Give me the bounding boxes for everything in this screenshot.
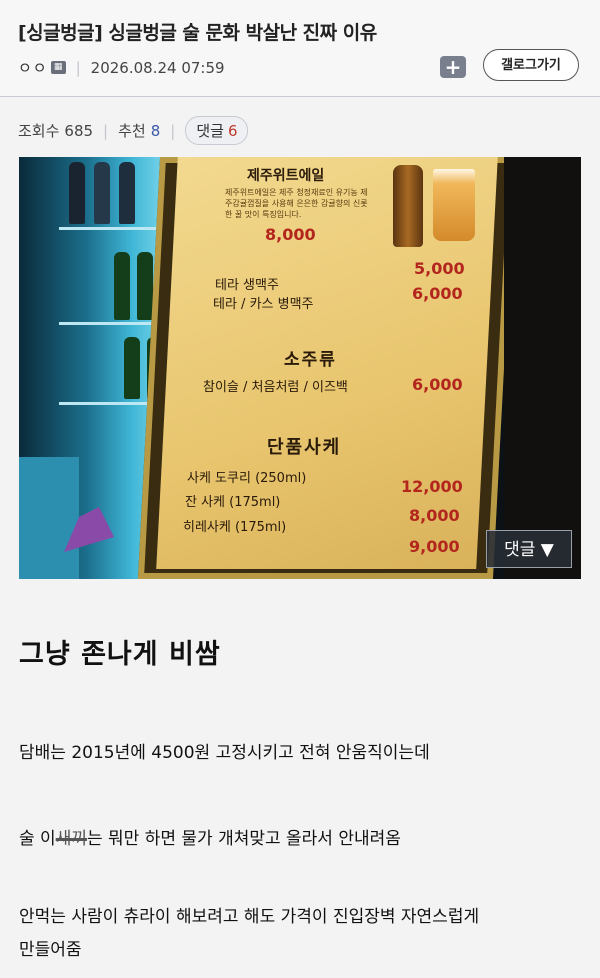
beer-glass xyxy=(433,169,475,241)
menu-item: 잔 사케 (175ml) xyxy=(185,495,281,510)
stats-divider: | xyxy=(170,121,176,140)
menu-price: 6,000 xyxy=(412,284,463,303)
bottle xyxy=(114,252,130,320)
bottle xyxy=(69,162,85,224)
post-header: [싱글벙글] 싱글벙글 술 문화 박살난 진짜 이유 ㅇㅇ ▦ | 2026.0… xyxy=(0,0,600,97)
menu-section-title: 단품사케 xyxy=(267,437,342,458)
bottle xyxy=(94,162,110,224)
member-badge-icon: ▦ xyxy=(50,61,66,74)
content-line-3-suffix: 는 뭐만 하면 물가 개쳐맞고 올라서 안내려옴 xyxy=(86,829,401,849)
comment-count-button[interactable]: 댓글 6 xyxy=(185,116,249,145)
menu-item: 제주위트에일 xyxy=(247,168,325,184)
post-title: [싱글벙글] 싱글벙글 술 문화 박살난 진짜 이유 xyxy=(18,22,377,44)
content-line-5: 만들어줌 xyxy=(19,940,82,960)
menu-price: 8,000 xyxy=(265,225,316,244)
menu-desc: 제주위트에일은 제주 청정재료인 유기농 제주감귤껍질을 사용해 은은한 감귤향… xyxy=(225,188,368,219)
menu-price: 6,000 xyxy=(412,375,463,394)
comment-toggle-button[interactable]: 댓글 ▼ xyxy=(486,530,572,568)
menu-price: 5,000 xyxy=(414,259,465,278)
recommend-count: 8 xyxy=(150,121,161,140)
content-line-3: 술 이새끼는 뭐만 하면 물가 개쳐맞고 올라서 안내려옴 xyxy=(19,824,401,849)
menu-price: 12,000 xyxy=(401,477,463,496)
stats-divider: | xyxy=(103,121,109,140)
recommend-label: 추천 xyxy=(118,122,146,140)
scoop-icon xyxy=(64,507,114,552)
strikethrough-text: 새끼 xyxy=(55,829,87,849)
post-stats: 조회수 685 | 추천 8 | 댓글 6 xyxy=(18,116,249,145)
menu-item: 히레사케 (175ml) xyxy=(183,520,287,535)
menu-item: 사케 도쿠리 (250ml) xyxy=(187,471,307,486)
bottle xyxy=(119,162,135,224)
content-line-3-prefix: 술 이 xyxy=(19,829,56,849)
comment-label: 댓글 xyxy=(196,122,224,140)
menu-item: 테라 생맥주 xyxy=(215,278,279,293)
post-date: 2026.08.24 07:59 xyxy=(90,58,225,77)
bottle xyxy=(124,337,140,399)
author-name[interactable]: ㅇㅇ xyxy=(18,57,48,78)
fridge-shelf xyxy=(59,227,169,230)
add-icon[interactable]: + xyxy=(440,56,466,78)
views-label: 조회수 xyxy=(18,122,60,140)
meta-divider: | xyxy=(75,58,81,77)
gallery-button[interactable]: 갤로그가기 xyxy=(483,49,579,81)
comment-count: 6 xyxy=(227,122,238,140)
background-dark xyxy=(504,157,581,579)
menu-price: 9,000 xyxy=(409,537,460,556)
views-count: 685 xyxy=(64,121,94,140)
menu-section-title: 소주류 xyxy=(284,350,337,370)
bottle xyxy=(137,252,153,320)
menu-item: 참이슬 / 처음처럼 / 이즈백 xyxy=(203,380,348,395)
content-line-2: 담배는 2015년에 4500원 고정시키고 전혀 안움직이는데 xyxy=(19,743,430,763)
menu-price: 8,000 xyxy=(409,506,460,525)
content-line-1: 그냥 존나게 비쌈 xyxy=(19,639,221,670)
content-line-4: 안먹는 사람이 츄라이 해보려고 해도 가격이 진입장벽 자연스럽게 xyxy=(19,907,480,927)
menu-item: 테라 / 카스 병맥주 xyxy=(213,297,314,312)
beer-bottle xyxy=(393,165,423,247)
post-meta: ㅇㅇ ▦ | 2026.08.24 07:59 xyxy=(18,57,225,78)
post-image[interactable]: 제주위트에일 제주위트에일은 제주 청정재료인 유기농 제주감귤껍질을 사용해 … xyxy=(19,157,581,579)
